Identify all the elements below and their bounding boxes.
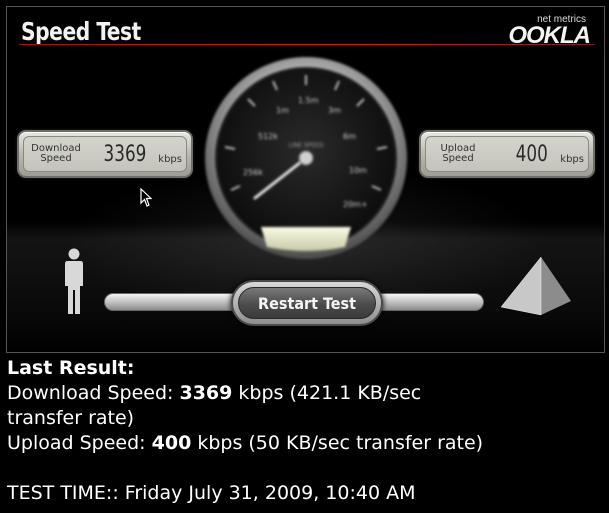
upload-speed-pod: Upload Speed 400 kbps (419, 130, 595, 178)
restart-test-label: Restart Test (238, 287, 376, 319)
server-pyramid-icon (500, 256, 571, 316)
gauge-hub (298, 150, 314, 166)
download-result-line-2: transfer rate) (7, 407, 135, 429)
restart-test-button[interactable]: Restart Test (231, 280, 383, 326)
upload-result-value: 400 (151, 432, 192, 454)
download-result-value: 3369 (179, 382, 233, 404)
tick-label: 512k (258, 132, 278, 141)
ookla-logo: net metrics OOKLA (506, 14, 592, 49)
download-result-line: Download Speed: 3369 kbps (421.1 KB/sec (7, 382, 422, 404)
last-result-heading: Last Result: (7, 357, 135, 379)
tick-label: 256k (243, 168, 263, 177)
app-title: Speed Test (21, 17, 141, 46)
tick-label: 6m (343, 132, 356, 141)
tick-label: 1.5m (298, 96, 319, 105)
upload-result-line: Upload Speed: 400 kbps (50 KB/sec transf… (7, 432, 484, 454)
person-icon (65, 248, 83, 314)
download-speed-label: Download Speed (31, 143, 81, 164)
download-speed-value: 3369 (103, 142, 146, 167)
upload-speed-value: 400 (515, 142, 548, 167)
tick-label: 1m (276, 106, 289, 115)
upload-speed-label: Upload Speed (440, 143, 476, 164)
upload-speed-unit: kbps (560, 154, 584, 165)
tick-label: 20m+ (343, 200, 368, 209)
test-time: TEST TIME:: Friday July 31, 2009, 10:40 … (7, 482, 416, 504)
gauge-center-label: LINE SPEED (289, 142, 324, 149)
speedometer-gauge: 512k 1m 1.5m 3m 6m 10m 20m+ 256k LINE SP… (205, 57, 407, 259)
tick-label: 10m (349, 166, 367, 175)
last-result-section: Last Result: Download Speed: 3369 kbps (… (7, 356, 605, 506)
speedtest-panel: Speed Test net metrics OOKLA Download Sp… (6, 6, 605, 353)
download-speed-pod: Download Speed 3369 kbps (17, 130, 193, 178)
mouse-pointer-icon (140, 188, 152, 207)
brand-name: OOKLA (508, 22, 591, 49)
gauge-display-window (261, 227, 351, 251)
tick-label: 3m (328, 106, 341, 115)
download-speed-unit: kbps (158, 154, 182, 165)
